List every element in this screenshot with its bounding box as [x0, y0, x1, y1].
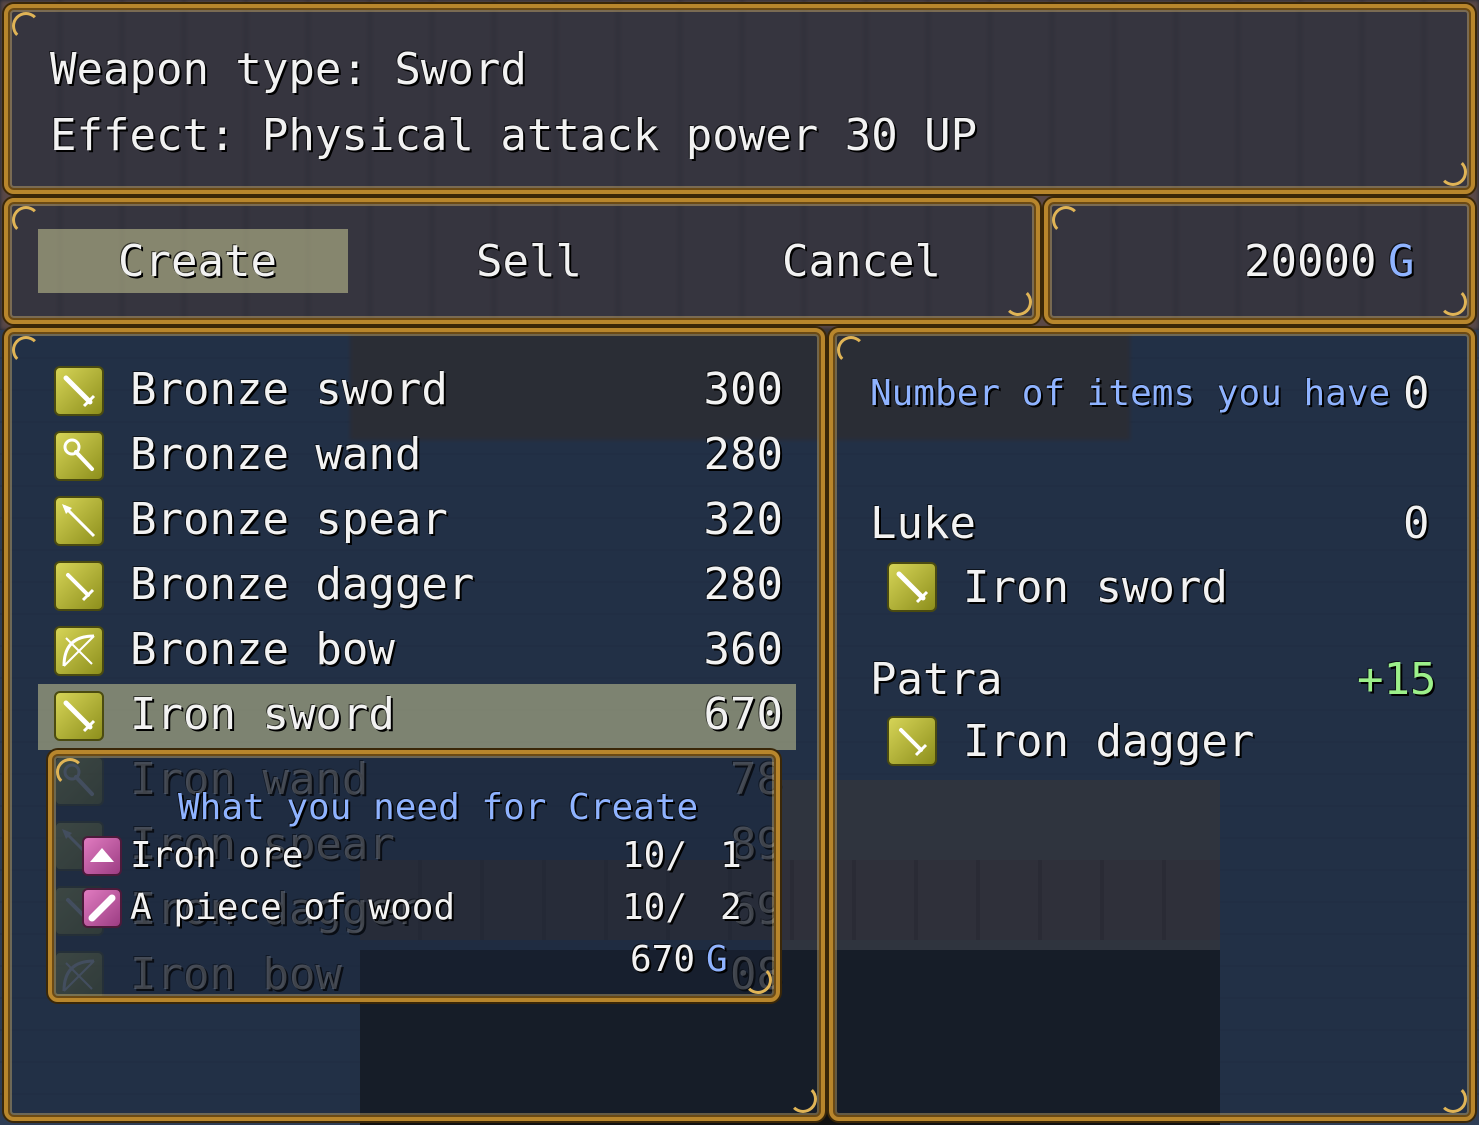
- item-name[interactable]: Bronze wand: [130, 429, 421, 481]
- materials-window: What you need for Create Iron ore 10/ 1 …: [48, 750, 780, 1002]
- dagger-icon: [887, 716, 937, 766]
- material-have-iron-ore: 10/: [622, 835, 688, 876]
- gold-window: 20000 G: [1044, 198, 1475, 324]
- sword-icon: [887, 562, 937, 612]
- status-window: Number of items you have 0 Luke 0 Iron s…: [829, 328, 1475, 1121]
- item-price: 670: [703, 689, 783, 740]
- create-cost: 670: [630, 939, 696, 980]
- item-price: 320: [703, 494, 783, 545]
- cancel-command[interactable]: Cancel: [782, 236, 941, 288]
- spear-icon: [54, 496, 104, 546]
- create-cost-unit: G: [706, 939, 728, 980]
- wand-icon: [54, 431, 104, 481]
- material-name-iron-ore: Iron ore: [130, 835, 304, 876]
- material-need-iron-ore: 1: [720, 835, 742, 876]
- item-name[interactable]: Bronze dagger: [130, 559, 474, 611]
- help-line-2: Effect: Physical attack power 30 UP: [50, 110, 978, 161]
- actor-equip-patra: Iron dagger: [963, 716, 1255, 767]
- item-name[interactable]: Iron sword: [130, 689, 395, 741]
- actor-change-luke: 0: [1403, 498, 1430, 549]
- gold-unit: G: [1388, 236, 1415, 287]
- sword-icon: [54, 691, 104, 741]
- sword-icon: [54, 366, 104, 416]
- item-name[interactable]: Bronze spear: [130, 494, 448, 546]
- possession-value: 0: [1403, 368, 1430, 419]
- sell-command[interactable]: Sell: [476, 236, 582, 288]
- materials-title: What you need for Create: [178, 787, 699, 828]
- dagger-icon: [54, 561, 104, 611]
- material-name-wood: A piece of wood: [130, 887, 456, 928]
- item-price: 280: [703, 559, 783, 610]
- help-window: Weapon type: Sword Effect: Physical atta…: [4, 4, 1475, 194]
- material-need-wood: 2: [720, 887, 742, 928]
- item-name[interactable]: Bronze sword: [130, 364, 448, 416]
- item-price: 280: [703, 429, 783, 480]
- ore-icon: [82, 836, 122, 876]
- gold-amount: 20000: [1244, 236, 1377, 287]
- command-window: Create Sell Cancel: [4, 198, 1040, 324]
- wood-icon: [82, 888, 122, 928]
- item-list-window: Bronze sword 300 Bronze wand 280 Bronze spea…: [4, 328, 825, 1121]
- item-price: 300: [703, 364, 783, 415]
- material-have-wood: 10/: [622, 887, 688, 928]
- possession-label: Number of items you have: [870, 373, 1391, 414]
- item-price: 360: [703, 624, 783, 675]
- actor-change-patra: +15: [1357, 654, 1437, 705]
- item-name[interactable]: Bronze bow: [130, 624, 395, 676]
- create-command[interactable]: Create: [118, 236, 277, 288]
- actor-equip-luke: Iron sword: [963, 562, 1228, 613]
- bow-icon: [54, 626, 104, 676]
- actor-name-patra: Patra: [870, 654, 1003, 705]
- help-line-1: Weapon type: Sword: [50, 44, 527, 95]
- actor-name-luke: Luke: [870, 498, 976, 549]
